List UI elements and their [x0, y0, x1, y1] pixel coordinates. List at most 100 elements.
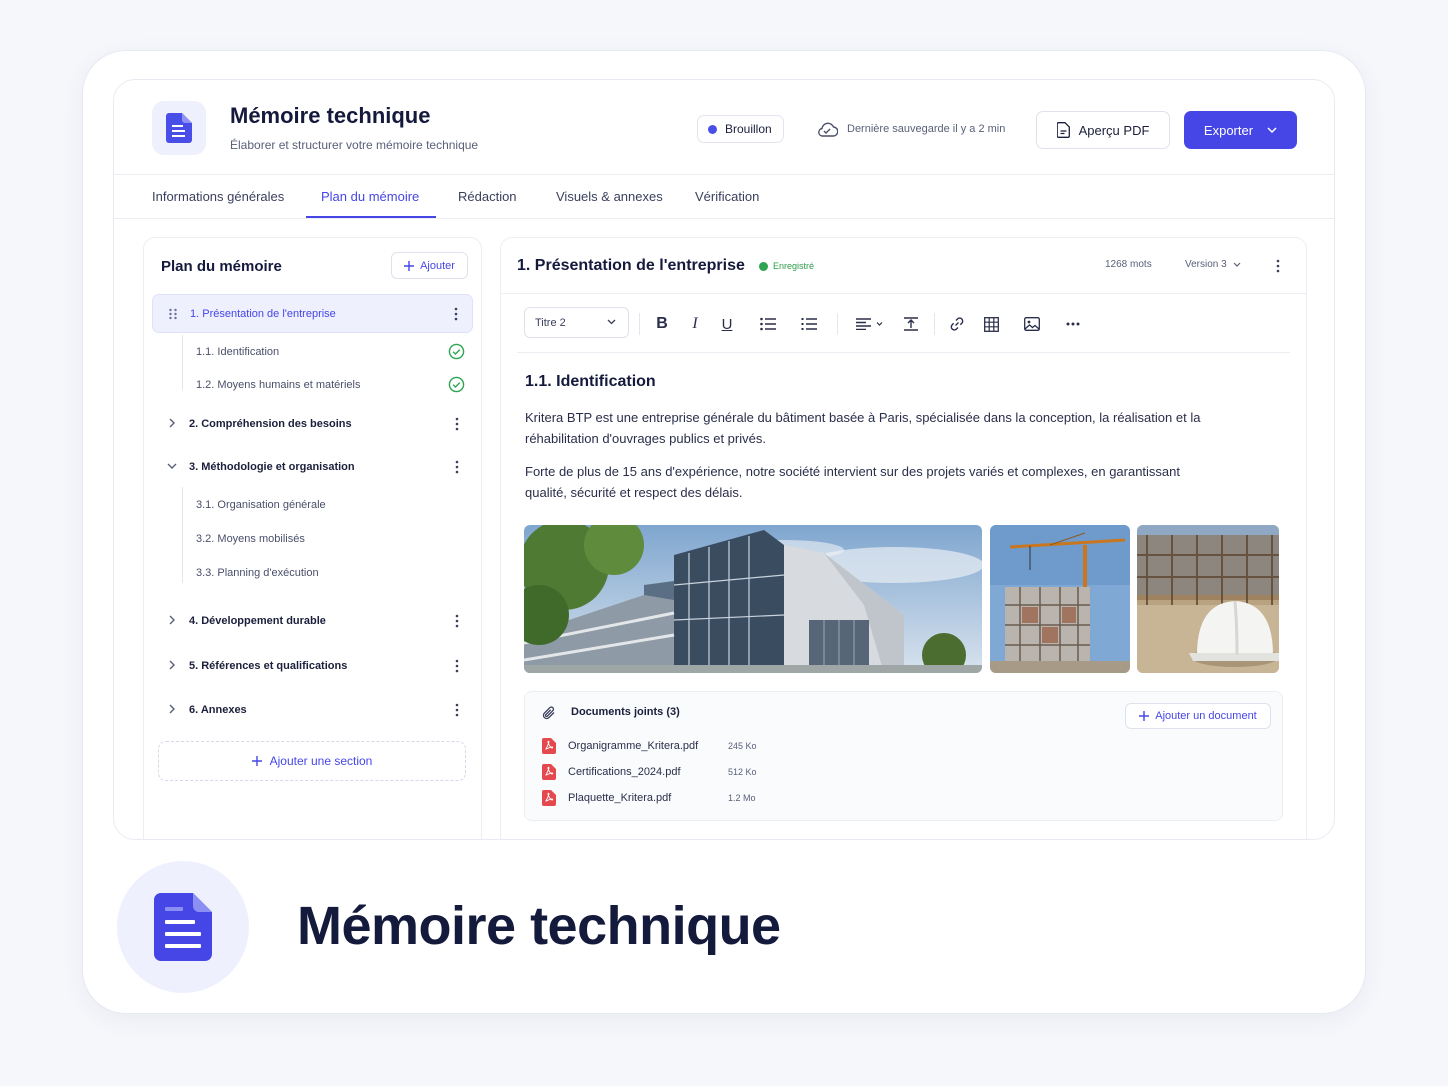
line-height-icon[interactable] [901, 314, 921, 334]
pdf-file-icon [542, 790, 556, 806]
brand-document-icon [117, 861, 249, 993]
add-item-button[interactable]: Ajouter [391, 252, 468, 279]
tab-bar: Informations générales Plan du mémoire R… [114, 175, 1334, 219]
add-section-label: Ajouter une section [269, 754, 373, 768]
drag-handle-icon[interactable] [167, 308, 179, 320]
format-toolbar: Titre 2 B I U [517, 295, 1290, 353]
numbered-list-icon[interactable] [799, 314, 819, 334]
version-select[interactable]: Version 3 [1185, 259, 1241, 270]
add-section-button[interactable]: Ajouter une section [158, 741, 466, 781]
bullet-list-icon[interactable] [758, 314, 778, 334]
chevron-right-icon[interactable] [166, 703, 178, 715]
chevron-right-icon[interactable] [166, 417, 178, 429]
pdf-file-icon [542, 738, 556, 754]
more-vertical-icon[interactable] [449, 613, 465, 629]
outline-item-label: 3. Méthodologie et organisation [189, 461, 355, 473]
link-icon[interactable] [947, 314, 967, 334]
attachment-row[interactable]: Organigramme_Kritera.pdf 245 Ko [542, 737, 757, 755]
version-label: Version 3 [1185, 259, 1227, 270]
attachment-size: 512 Ko [728, 767, 757, 777]
section-title: 1. Présentation de l'entreprise [517, 257, 745, 274]
chevron-down-icon[interactable] [166, 460, 178, 472]
status-badge[interactable]: Brouillon [697, 115, 784, 143]
outline-item-2[interactable]: 2. Compréhension des besoins [152, 406, 473, 442]
add-document-button[interactable]: Ajouter un document [1125, 703, 1271, 729]
chevron-right-icon[interactable] [166, 614, 178, 626]
outline-item-1[interactable]: 1. Présentation de l'entreprise [152, 294, 473, 333]
more-vertical-icon[interactable] [449, 416, 465, 432]
sidebar-title: Plan du mémoire [161, 258, 282, 275]
saved-badge: Enregistré [759, 261, 814, 271]
content-heading: 1.1. Identification [525, 373, 656, 390]
attachment-row[interactable]: Plaquette_Kritera.pdf 1.2 Mo [542, 789, 756, 807]
more-vertical-icon[interactable] [449, 459, 465, 475]
text-style-select[interactable]: Titre 2 [524, 307, 629, 338]
export-button[interactable]: Exporter [1184, 111, 1297, 149]
pdf-preview-label: Aperçu PDF [1078, 122, 1150, 138]
attachment-size: 245 Ko [728, 741, 757, 751]
export-label: Exporter [1203, 122, 1254, 138]
attachment-name: Plaquette_Kritera.pdf [568, 792, 672, 804]
image-icon[interactable] [1022, 314, 1042, 334]
bold-icon[interactable]: B [652, 314, 672, 334]
file-icon [1056, 122, 1070, 138]
active-tab-indicator [306, 216, 436, 218]
pdf-preview-button[interactable]: Aperçu PDF [1036, 111, 1170, 149]
table-icon[interactable] [981, 314, 1001, 334]
outline-subitem[interactable]: 1.2. Moyens humains et matériels [196, 379, 360, 391]
chevron-down-icon [1233, 262, 1241, 267]
attachment-name: Certifications_2024.pdf [568, 766, 681, 778]
more-vertical-icon[interactable] [448, 306, 464, 322]
italic-icon[interactable]: I [685, 314, 705, 334]
tab-redaction[interactable]: Rédaction [458, 189, 517, 204]
tab-plan[interactable]: Plan du mémoire [321, 189, 419, 204]
add-document-label: Ajouter un document [1155, 710, 1257, 722]
status-label: Brouillon [725, 122, 772, 136]
outline-subitem[interactable]: 1.1. Identification [196, 346, 279, 358]
cloud-check-icon [818, 122, 838, 137]
outline-item-label: 5. Références et qualifications [189, 660, 348, 672]
more-horizontal-icon[interactable] [1063, 314, 1083, 334]
more-vertical-icon[interactable] [449, 702, 465, 718]
outline-subitem[interactable]: 3.2. Moyens mobilisés [196, 533, 305, 545]
tree-line [182, 335, 183, 390]
hard-hat-image[interactable] [1137, 525, 1279, 673]
outline-item-5[interactable]: 5. Références et qualifications [152, 648, 473, 684]
construction-crane-image[interactable] [990, 525, 1130, 673]
outline-subitem[interactable]: 3.1. Organisation générale [196, 499, 326, 511]
outline-item-3[interactable]: 3. Méthodologie et organisation [152, 449, 473, 485]
outline-item-label: 4. Développement durable [189, 615, 326, 627]
saved-label: Enregistré [773, 261, 815, 271]
tab-informations[interactable]: Informations générales [152, 189, 284, 204]
app-window: Mémoire technique Élaborer et structurer… [113, 79, 1335, 840]
more-vertical-icon[interactable] [449, 658, 465, 674]
outline-subitem[interactable]: 3.3. Planning d'exécution [196, 567, 319, 579]
attachment-name: Organigramme_Kritera.pdf [568, 740, 699, 752]
outline-item-6[interactable]: 6. Annexes [152, 692, 473, 728]
building-image[interactable] [524, 525, 982, 673]
plus-icon [404, 260, 415, 271]
underline-icon[interactable]: U [717, 314, 737, 334]
toolbar-divider [639, 313, 640, 335]
more-vertical-icon[interactable] [1270, 258, 1286, 274]
paperclip-icon [542, 706, 555, 720]
editor-panel: 1. Présentation de l'entreprise Enregist… [500, 237, 1307, 839]
plus-icon [1139, 711, 1150, 721]
outline-item-label: 1. Présentation de l'entreprise [190, 307, 336, 320]
page-title: Mémoire technique [230, 103, 431, 128]
tab-verification[interactable]: Vérification [695, 189, 759, 204]
chevron-right-icon[interactable] [166, 659, 178, 671]
tab-visuels[interactable]: Visuels & annexes [556, 189, 663, 204]
outline-item-4[interactable]: 4. Développement durable [152, 603, 473, 639]
align-left-icon[interactable] [851, 314, 887, 334]
chevron-down-icon [607, 319, 616, 325]
text-style-label: Titre 2 [535, 316, 566, 329]
app-header: Mémoire technique Élaborer et structurer… [114, 80, 1334, 175]
toolbar-divider [837, 313, 838, 335]
chevron-down-icon [1267, 127, 1277, 133]
pdf-file-icon [542, 764, 556, 780]
page-subtitle: Élaborer et structurer votre mémoire tec… [230, 138, 479, 152]
attachments-title: Documents joints (3) [571, 706, 680, 718]
attachment-row[interactable]: Certifications_2024.pdf 512 Ko [542, 763, 757, 781]
content-paragraph: Kritera BTP est une entreprise générale … [525, 410, 1201, 446]
